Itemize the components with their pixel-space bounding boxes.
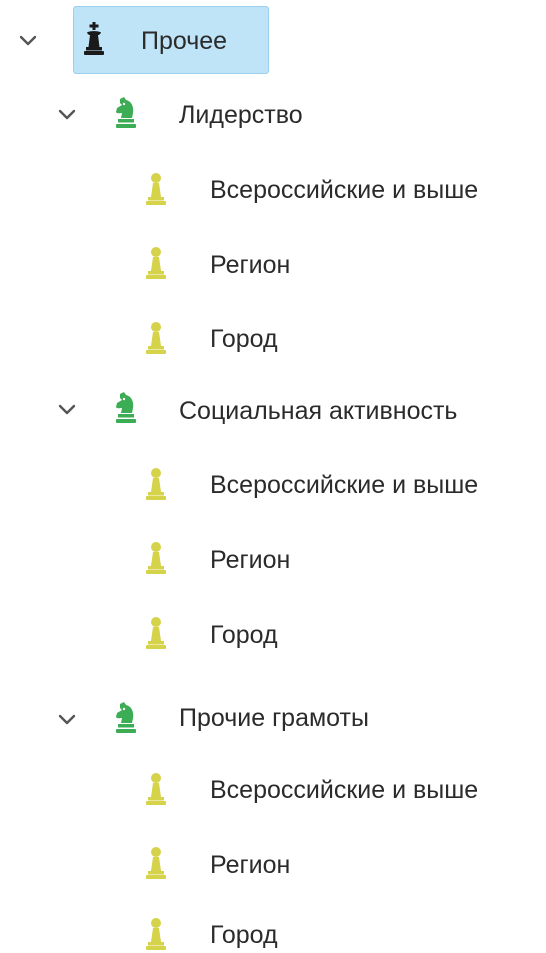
chess-pawn-icon — [146, 468, 166, 500]
tree-node-label[interactable]: Социальная активность — [179, 396, 457, 426]
tree-leaf-label[interactable]: Регион — [210, 850, 290, 880]
tree-leaf-label[interactable]: Регион — [210, 545, 290, 575]
chevron-down-icon[interactable] — [56, 103, 78, 125]
chevron-down-icon[interactable] — [56, 708, 78, 730]
chess-king-icon — [84, 22, 104, 55]
chess-knight-icon — [116, 702, 136, 733]
chess-pawn-icon — [146, 542, 166, 574]
chevron-down-icon[interactable] — [56, 398, 78, 420]
tree-node-label[interactable]: Лидерство — [179, 100, 303, 130]
chess-pawn-icon — [146, 247, 166, 279]
tree-leaf-label[interactable]: Город — [210, 920, 278, 950]
chess-pawn-icon — [146, 847, 166, 879]
chess-pawn-icon — [146, 322, 166, 354]
tree-leaf-label[interactable]: Город — [210, 620, 278, 650]
chess-pawn-icon — [146, 773, 166, 805]
chess-knight-icon — [116, 392, 136, 423]
tree-node-label[interactable]: Прочие грамоты — [179, 703, 369, 733]
tree-leaf-label[interactable]: Регион — [210, 250, 290, 280]
chevron-down-icon[interactable] — [17, 29, 39, 51]
chess-pawn-icon — [146, 617, 166, 649]
category-tree: Прочее Лидерство Всероссийские и выше Ре… — [0, 0, 546, 953]
tree-leaf-label[interactable]: Всероссийские и выше — [210, 470, 478, 500]
chess-pawn-icon — [146, 173, 166, 205]
tree-leaf-label[interactable]: Всероссийские и выше — [210, 175, 478, 205]
tree-node-label[interactable]: Прочее — [141, 26, 227, 56]
chess-pawn-icon — [146, 918, 166, 950]
tree-leaf-label[interactable]: Город — [210, 324, 278, 354]
chess-knight-icon — [116, 97, 136, 128]
tree-leaf-label[interactable]: Всероссийские и выше — [210, 775, 478, 805]
